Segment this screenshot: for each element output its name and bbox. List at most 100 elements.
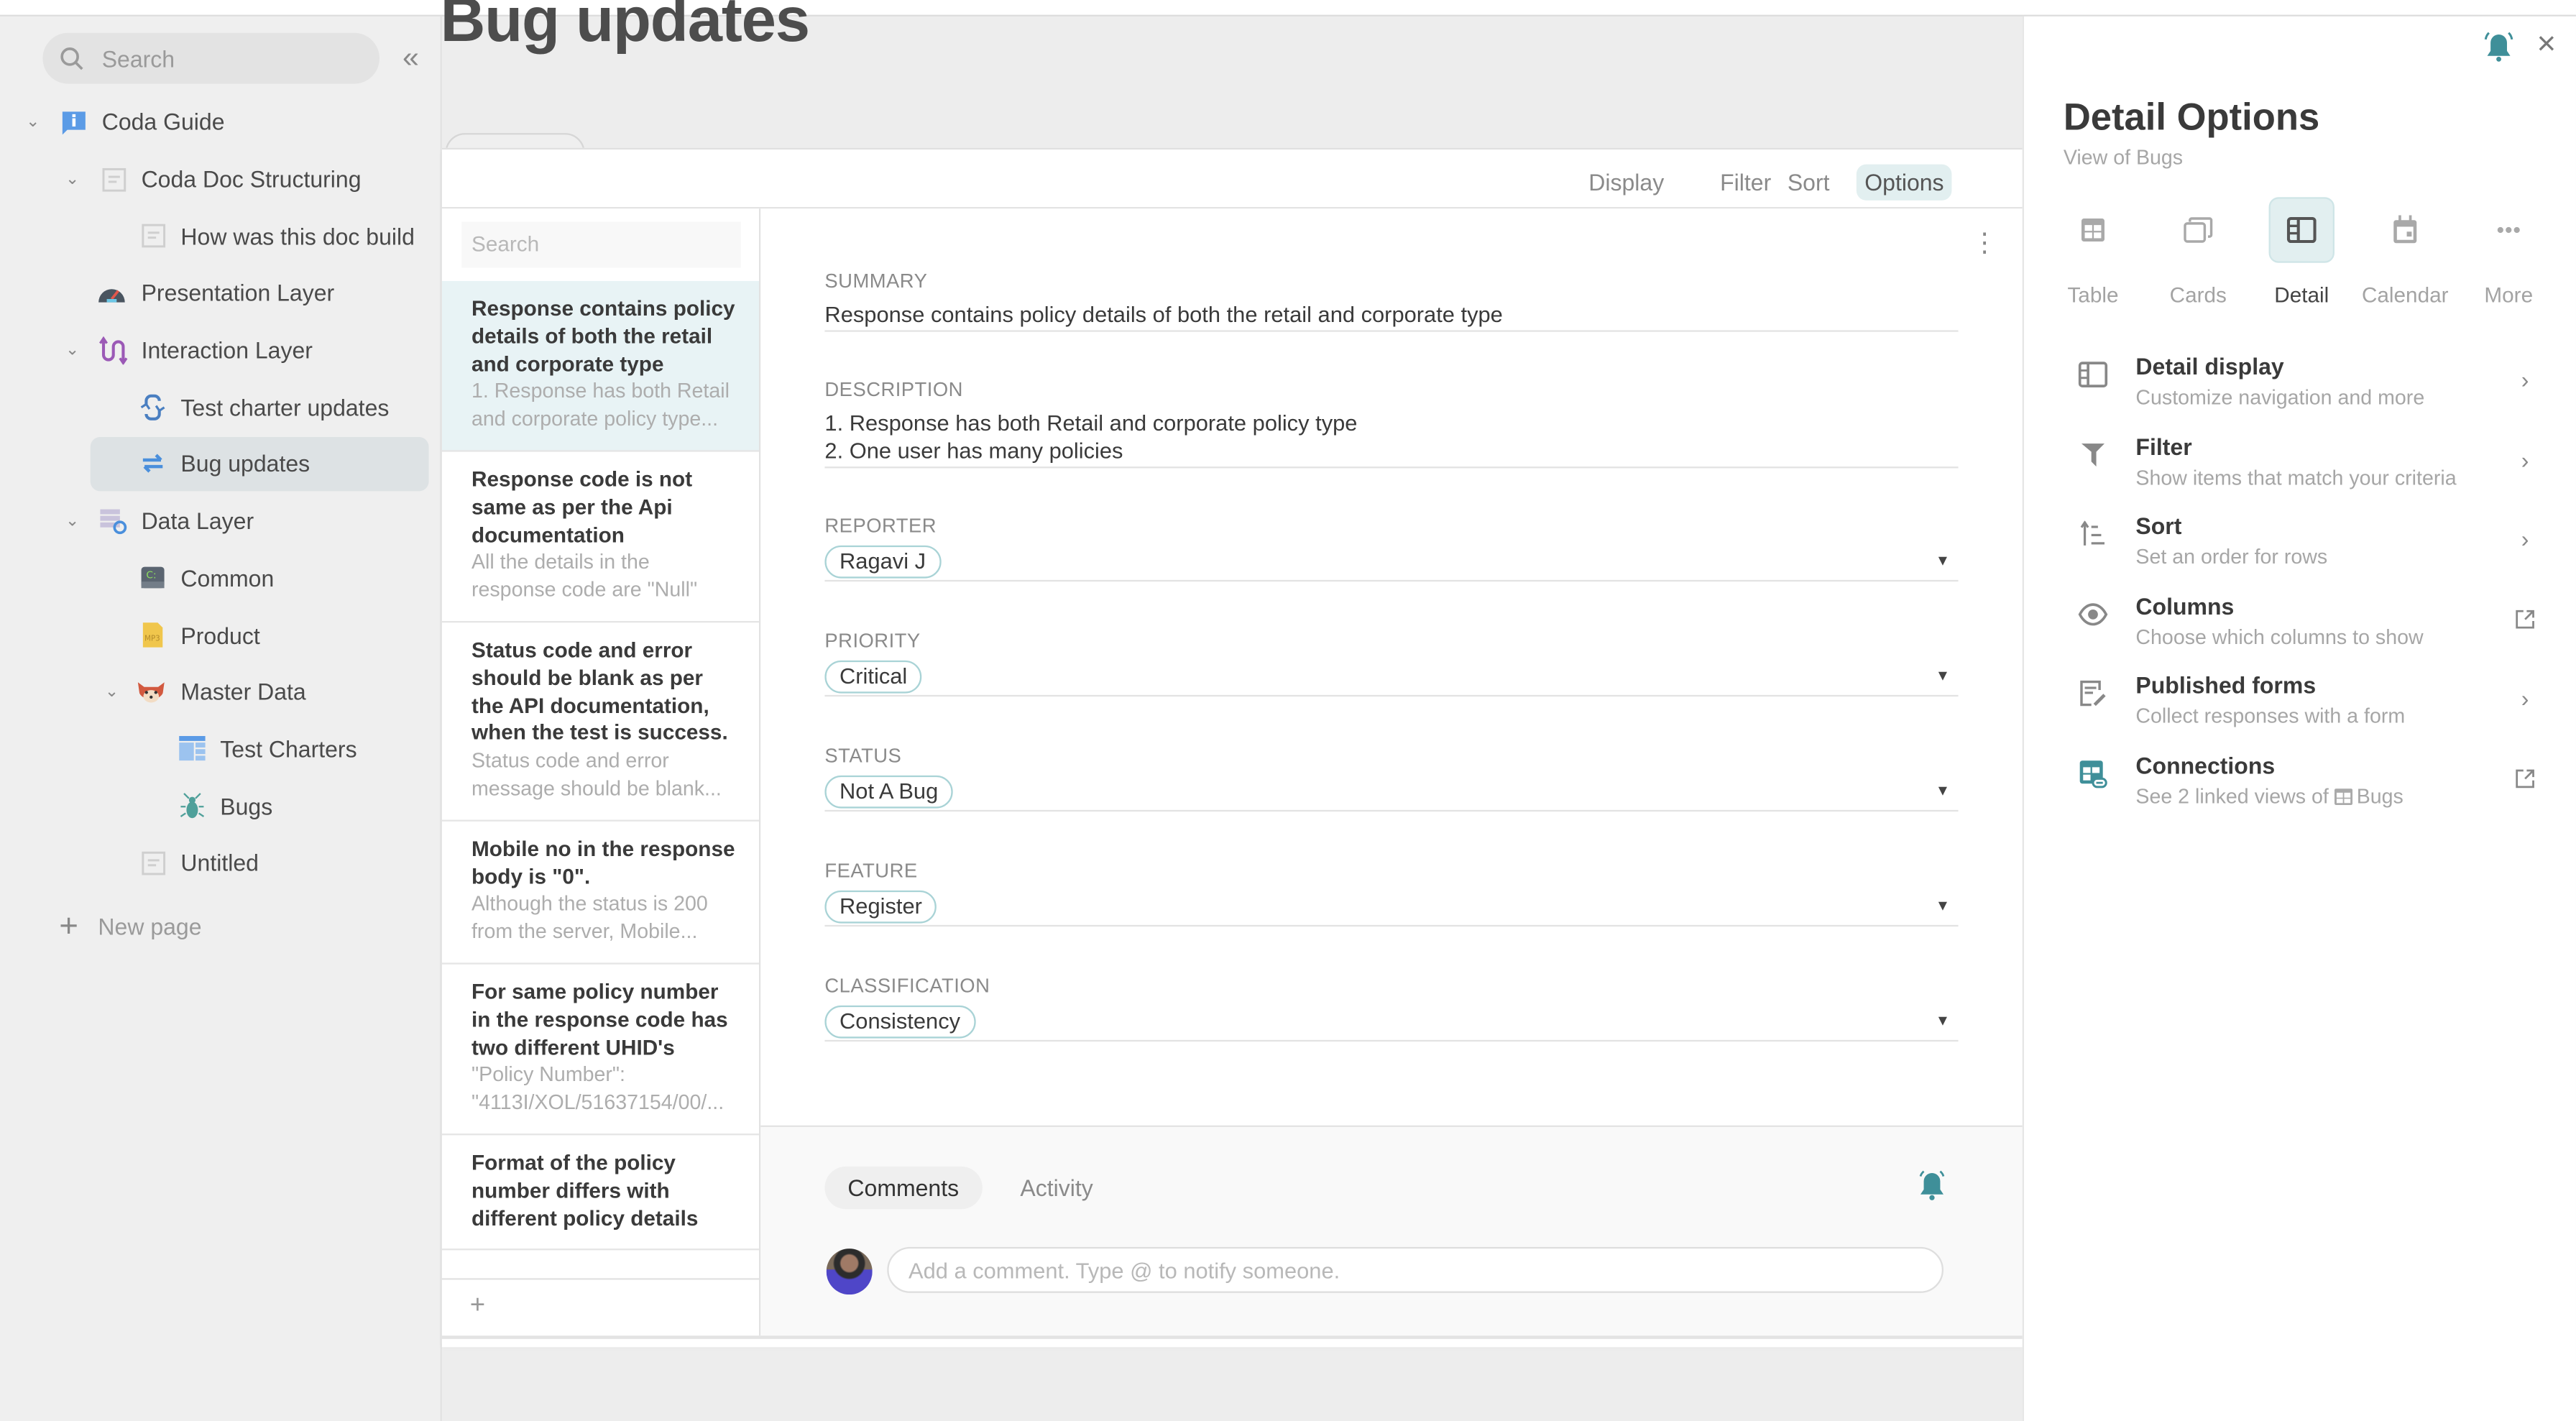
- list-item-title: For same policy number in the response c…: [471, 979, 728, 1059]
- sidebar-item-product[interactable]: MP3 Product: [0, 607, 441, 663]
- sidebar-item-label: Interaction Layer: [141, 336, 313, 364]
- linked-table-name[interactable]: Bugs: [2357, 786, 2404, 809]
- sidebar-item-how-was-this-doc-build[interactable]: How was this doc build: [0, 208, 441, 265]
- view-type-cards[interactable]: Cards: [2152, 194, 2244, 309]
- sidebar-search-input[interactable]: Search: [42, 32, 380, 84]
- chevron-right-icon: ›: [2521, 525, 2529, 552]
- search-icon: [60, 46, 83, 70]
- view-type-calendar[interactable]: Calendar: [2359, 194, 2451, 309]
- list-search-input[interactable]: Search: [461, 221, 741, 268]
- sidebar-item-common[interactable]: C: Common: [0, 550, 441, 607]
- list-item-title: Mobile no in the response body is "0".: [471, 835, 735, 888]
- option-connections[interactable]: Connections See 2 linked views of Bugs: [2024, 753, 2576, 825]
- reporter-field: REPORTER Ragavi J ▼: [824, 514, 1959, 582]
- sidebar-item-interaction-layer[interactable]: ⌄ Interaction Layer: [0, 321, 441, 378]
- top-bar: [0, 0, 2576, 17]
- reporter-select[interactable]: Ragavi J ▼: [824, 545, 1959, 582]
- classification-select[interactable]: Consistency ▼: [824, 1005, 1959, 1042]
- sidebar-item-test-charter-updates[interactable]: Test charter updates: [0, 379, 441, 436]
- record-list: Search Response contains policy details …: [441, 208, 761, 1336]
- option-columns[interactable]: Columns Choose which columns to show: [2024, 593, 2576, 666]
- detail-layout-icon: [2076, 358, 2110, 391]
- sidebar-item-test-charters[interactable]: Test Charters: [0, 720, 441, 777]
- sidebar-item-label: Coda Guide: [101, 109, 225, 136]
- option-description: Collect responses with a form: [2135, 704, 2406, 728]
- list-item[interactable]: Response code is not same as per the Api…: [441, 452, 759, 623]
- comment-input[interactable]: Add a comment. Type @ to notify someone.: [887, 1246, 1944, 1293]
- sidebar-item-label: Bugs: [220, 793, 273, 819]
- eye-icon: [2076, 598, 2110, 631]
- chevron-right-icon: ›: [2521, 446, 2529, 474]
- sidebar-item-presentation-layer[interactable]: Presentation Layer: [0, 265, 441, 321]
- chevron-down-icon[interactable]: ⌄: [63, 511, 82, 530]
- sidebar-item-bugs[interactable]: Bugs: [0, 778, 441, 834]
- status-select[interactable]: Not A Bug ▼: [824, 775, 1959, 812]
- list-item[interactable]: Mobile no in the response body is "0". A…: [441, 821, 759, 965]
- dropdown-arrow-icon[interactable]: ▼: [1936, 897, 1950, 914]
- bell-icon[interactable]: [2483, 29, 2516, 63]
- sidebar-item-coda-guide[interactable]: ⌄ Coda Guide: [0, 93, 441, 150]
- tab-comments[interactable]: Comments: [824, 1166, 983, 1210]
- option-description: Choose which columns to show: [2135, 625, 2424, 649]
- chevron-down-icon[interactable]: ⌄: [102, 682, 121, 702]
- dropdown-arrow-icon[interactable]: ▼: [1936, 667, 1950, 684]
- bell-icon[interactable]: [1917, 1169, 1946, 1202]
- list-item-subtitle: All the details in the response code are…: [471, 551, 698, 602]
- option-detail-display[interactable]: Detail display Customize navigation and …: [2024, 353, 2576, 426]
- external-link-icon: [2513, 606, 2536, 633]
- view-type-detail[interactable]: Detail: [2255, 194, 2347, 309]
- dropdown-arrow-icon[interactable]: ▼: [1936, 1012, 1950, 1029]
- info-icon: [59, 107, 88, 137]
- sidebar-item-coda-doc-structuring[interactable]: ⌄ Coda Doc Structuring: [0, 151, 441, 208]
- list-item[interactable]: Format of the policy number differs with…: [441, 1135, 759, 1251]
- close-icon[interactable]: ×: [2530, 27, 2563, 63]
- add-record-button[interactable]: +: [441, 1278, 759, 1335]
- sidebar-item-data-layer[interactable]: ⌄ Data Layer: [0, 492, 441, 549]
- calendar-icon: [2373, 197, 2438, 262]
- svg-text:C:: C:: [146, 570, 156, 581]
- more-vertical-icon[interactable]: ⋮: [1972, 231, 1998, 258]
- mp3-file-icon: MP3: [138, 620, 167, 650]
- option-description: Set an order for rows: [2135, 545, 2328, 569]
- feature-select[interactable]: Register ▼: [824, 890, 1959, 927]
- view-type-more[interactable]: More: [2462, 194, 2554, 309]
- dropdown-arrow-icon[interactable]: ▼: [1936, 552, 1950, 569]
- filter-button[interactable]: Filter: [1712, 165, 1780, 201]
- chevron-down-icon[interactable]: ⌄: [63, 340, 82, 359]
- chevron-down-icon[interactable]: ⌄: [63, 169, 82, 188]
- list-item-title: Status code and error should be blank as…: [471, 637, 728, 745]
- description-input[interactable]: 1. Response has both Retail and corporat…: [824, 409, 1959, 469]
- list-item[interactable]: Response contains policy details of both…: [441, 280, 759, 452]
- option-sort[interactable]: Sort Set an order for rows ›: [2024, 512, 2576, 585]
- external-link-icon: [2513, 765, 2536, 792]
- table-link-icon: [2076, 758, 2110, 791]
- option-filter[interactable]: Filter Show items that match your criter…: [2024, 433, 2576, 506]
- sidebar-item-master-data[interactable]: ⌄ Master Data: [0, 663, 441, 720]
- options-button[interactable]: Options: [1856, 164, 1952, 201]
- sidebar-item-label: How was this doc build: [180, 223, 415, 249]
- tab-activity[interactable]: Activity: [997, 1167, 1116, 1209]
- chevron-down-icon[interactable]: ⌄: [23, 112, 42, 132]
- summary-input[interactable]: Response contains policy details of both…: [824, 300, 1959, 332]
- view-type-label: Calendar: [2361, 282, 2449, 308]
- table-icon: [178, 734, 207, 763]
- option-published-forms[interactable]: Published forms Collect responses with a…: [2024, 672, 2576, 745]
- dropdown-arrow-icon[interactable]: ▼: [1936, 782, 1950, 799]
- list-item[interactable]: For same policy number in the response c…: [441, 965, 759, 1136]
- collapse-sidebar-button[interactable]: «: [396, 40, 426, 75]
- priority-field: PRIORITY Critical ▼: [824, 629, 1959, 697]
- priority-select[interactable]: Critical ▼: [824, 660, 1959, 697]
- list-item-title: Response code is not same as per the Api…: [471, 466, 693, 547]
- sidebar-item-label: Test Charters: [220, 735, 357, 763]
- option-description: See 2 linked views of Bugs: [2135, 786, 2403, 809]
- list-item[interactable]: Status code and error should be blank as…: [441, 622, 759, 822]
- sidebar-item-bug-updates[interactable]: Bug updates: [0, 436, 441, 492]
- description-field: DESCRIPTION 1. Response has both Retail …: [824, 378, 1959, 469]
- view-type-label: More: [2484, 282, 2534, 308]
- view-type-label: Cards: [2169, 282, 2227, 308]
- display-button[interactable]: Display: [1581, 165, 1673, 201]
- sidebar-item-untitled[interactable]: Untitled: [0, 834, 441, 891]
- new-page-button[interactable]: + New page: [59, 910, 201, 943]
- sort-button[interactable]: Sort: [1779, 165, 1838, 201]
- view-type-table[interactable]: Table: [2047, 194, 2139, 309]
